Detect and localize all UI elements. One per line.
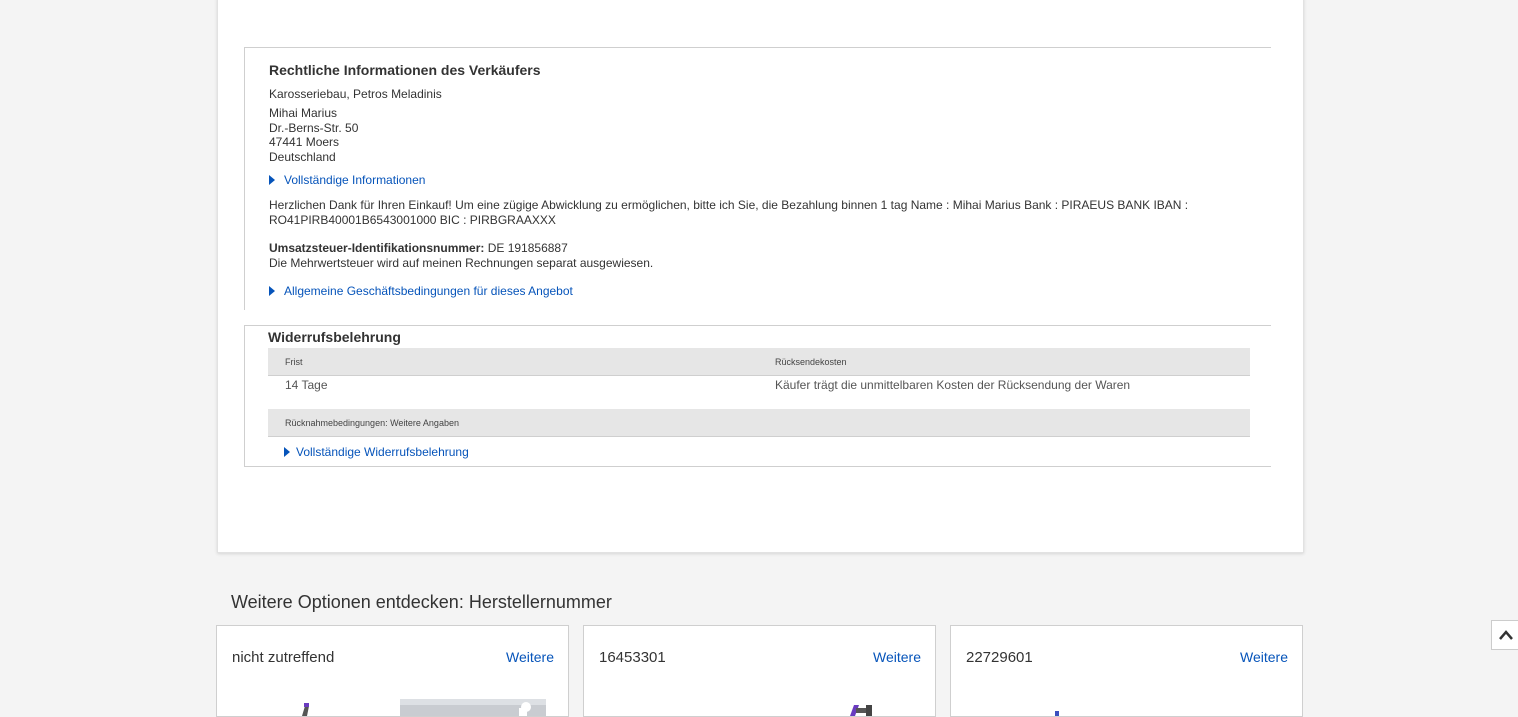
address-city: 47441 Moers xyxy=(269,135,340,149)
product-thumbnail[interactable] xyxy=(1049,710,1069,716)
option-card[interactable]: 16453301 Weitere xyxy=(583,625,936,717)
card-more-link[interactable]: Weitere xyxy=(873,649,921,665)
triangle-right-icon xyxy=(284,447,290,457)
full-withdrawal-link-label: Vollständige Widerrufsbelehrung xyxy=(296,445,469,459)
address-name: Mihai Marius xyxy=(269,106,338,120)
withdrawal-section: Widerrufsbelehrung Frist Rücksendekosten… xyxy=(244,325,1271,467)
terms-link-label: Allgemeine Geschäftsbedingungen für dies… xyxy=(284,284,573,298)
address-country: Deutschland xyxy=(269,149,336,164)
scroll-to-top-button[interactable] xyxy=(1491,620,1518,650)
seller-message: Herzlichen Dank für Ihren Einkauf! Um ei… xyxy=(269,198,1188,227)
col-costs: Rücksendekosten xyxy=(775,357,847,367)
explore-title: Weitere Optionen entdecken: Herstellernu… xyxy=(231,592,612,612)
product-thumbnail[interactable] xyxy=(400,699,546,716)
card-title: 22729601 xyxy=(966,649,1033,666)
product-thumbnail[interactable] xyxy=(292,702,322,716)
terms-link[interactable]: Allgemeine Geschäftsbedingungen für dies… xyxy=(269,284,573,298)
legal-info-title: Rechtliche Informationen des Verkäufers xyxy=(269,62,541,78)
seller-message-line1: Herzlichen Dank für Ihren Einkauf! Um ei… xyxy=(269,198,1189,212)
card-title: nicht zutreffend xyxy=(232,649,335,666)
seller-address: Mihai Marius Dr.-Berns-Str. 50 47441 Moe… xyxy=(269,106,358,164)
full-info-link-label: Vollständige Informationen xyxy=(284,173,426,187)
card-more-link[interactable]: Weitere xyxy=(1240,649,1288,665)
full-withdrawal-link[interactable]: Vollständige Widerrufsbelehrung xyxy=(284,445,469,459)
triangle-right-icon xyxy=(269,175,275,185)
triangle-right-icon xyxy=(269,286,275,296)
vat-note: Die Mehrwertsteuer wird auf meinen Rechn… xyxy=(269,255,654,270)
option-card[interactable]: 22729601 Weitere xyxy=(950,625,1303,717)
period-value: 14 Tage xyxy=(285,378,328,392)
chevron-up-icon xyxy=(1498,630,1513,640)
option-card[interactable]: nicht zutreffend Weitere xyxy=(216,625,569,717)
return-conditions-label: Rücknahmebedingungen: Weitere Angaben xyxy=(285,418,459,428)
col-period: Frist xyxy=(285,357,303,367)
product-thumbnail[interactable] xyxy=(846,702,876,716)
address-street: Dr.-Berns-Str. 50 xyxy=(269,120,359,135)
vat-value: DE 191856887 xyxy=(484,241,568,255)
full-info-link[interactable]: Vollständige Informationen xyxy=(269,173,425,187)
withdrawal-title: Widerrufsbelehrung xyxy=(268,329,401,345)
vat-label: Umsatzsteuer-Identifikationsnummer: xyxy=(269,241,485,255)
card-more-link[interactable]: Weitere xyxy=(506,649,554,665)
withdrawal-table-header: Frist Rücksendekosten xyxy=(268,348,1250,376)
legal-info-section: Rechtliche Informationen des Verkäufers … xyxy=(244,47,1271,310)
company-name: Karosseriebau, Petros Meladinis xyxy=(269,87,442,101)
seller-message-line2: RO41PIRB40001B6543001000 BIC : PIRBGRAAX… xyxy=(269,212,556,227)
vat-block: Umsatzsteuer-Identifikationsnummer: DE 1… xyxy=(269,241,653,270)
costs-value: Käufer trägt die unmittelbaren Kosten de… xyxy=(775,378,1131,392)
return-conditions-header: Rücknahmebedingungen: Weitere Angaben xyxy=(268,409,1250,437)
card-title: 16453301 xyxy=(599,649,666,666)
